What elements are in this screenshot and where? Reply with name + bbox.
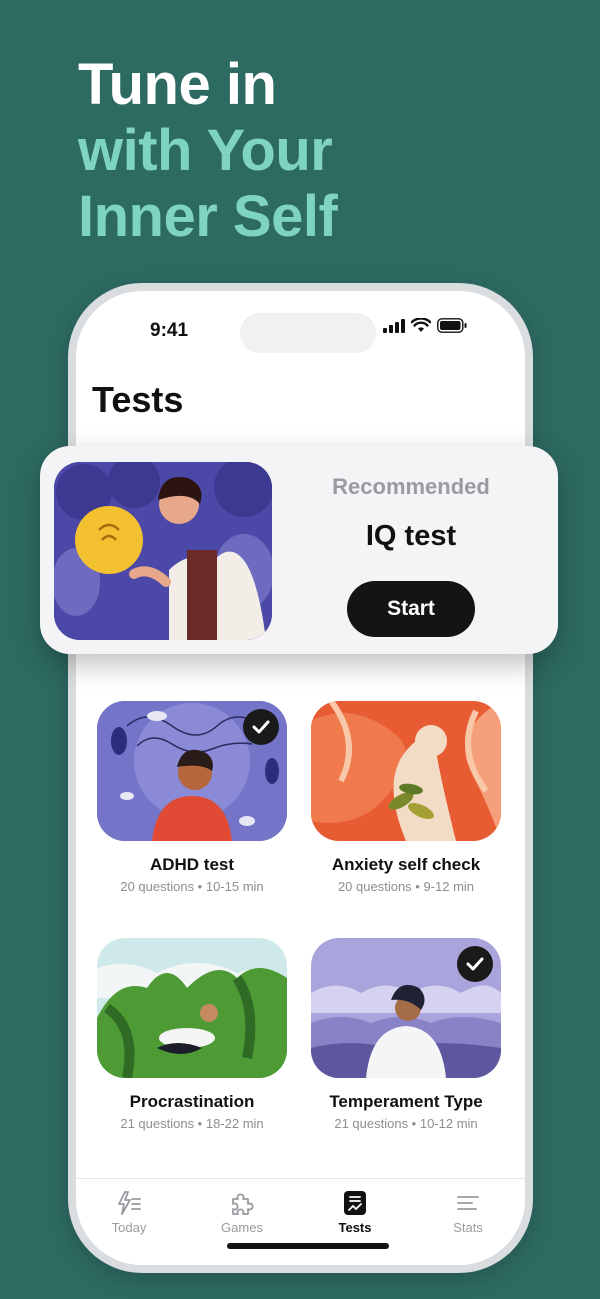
test-title: Anxiety self check — [331, 855, 481, 874]
status-icons — [383, 318, 467, 333]
tab-stats[interactable]: Stats — [423, 1189, 513, 1235]
anxiety-illustration — [311, 701, 501, 841]
procrastination-illustration — [97, 938, 287, 1078]
test-title: Procrastination — [129, 1092, 255, 1111]
test-card-anxiety[interactable]: Anxiety self check 20 questions • 9-12 m… — [311, 701, 501, 894]
test-card-temperament[interactable]: Temperament Type 21 questions • 10-12 mi… — [311, 938, 501, 1131]
headline-line-1: Tune in — [78, 52, 277, 117]
tab-games[interactable]: Games — [197, 1189, 287, 1235]
tab-tests[interactable]: Tests — [310, 1189, 400, 1235]
tab-label: Stats — [453, 1220, 483, 1235]
recommended-label: Recommended — [332, 474, 490, 499]
test-sheet-icon — [310, 1189, 400, 1217]
phone-screen: 9:41 Tests ADHD test 20 questions • 10-1… — [76, 291, 525, 1265]
adhd-illustration — [97, 701, 287, 841]
lightning-list-icon — [84, 1189, 174, 1217]
test-card-procrastination[interactable]: Procrastination 21 questions • 18-22 min — [97, 938, 287, 1131]
completed-check-icon — [243, 709, 279, 745]
tab-bar: Today Games Tests Stats — [76, 1178, 525, 1265]
status-time: 9:41 — [150, 320, 189, 341]
wifi-icon — [411, 318, 431, 332]
test-meta: 21 questions • 18-22 min — [120, 1116, 264, 1131]
lines-icon — [423, 1189, 513, 1217]
puzzle-icon — [197, 1189, 287, 1217]
tab-label: Games — [221, 1220, 263, 1235]
headline: Tune in with Your Inner Self — [78, 52, 338, 250]
home-indicator — [227, 1243, 389, 1249]
test-title: Temperament Type — [329, 1092, 483, 1111]
test-card-adhd[interactable]: ADHD test 20 questions • 10-15 min — [97, 701, 287, 894]
battery-icon — [437, 318, 467, 333]
test-meta: 21 questions • 10-12 min — [334, 1116, 478, 1131]
headline-line-2: with Your — [78, 118, 333, 183]
completed-check-icon — [457, 946, 493, 982]
tab-label: Today — [111, 1220, 147, 1235]
test-meta: 20 questions • 10-15 min — [120, 879, 264, 894]
test-title: ADHD test — [149, 855, 235, 874]
headline-line-3: Inner Self — [78, 184, 338, 249]
recommended-card[interactable]: Recommended IQ test Start — [40, 446, 558, 654]
signal-icon — [383, 318, 405, 333]
tab-label: Tests — [338, 1220, 372, 1235]
tab-today[interactable]: Today — [84, 1189, 174, 1235]
temperament-illustration — [311, 938, 501, 1078]
start-button[interactable]: Start — [347, 581, 475, 637]
recommended-title: IQ test — [365, 520, 457, 552]
phone-frame: 9:41 Tests ADHD test 20 questions • 10-1… — [68, 283, 533, 1273]
test-meta: 20 questions • 9-12 min — [337, 879, 475, 894]
iq-illustration — [54, 462, 272, 640]
dynamic-island — [240, 313, 376, 353]
page-title: Tests — [92, 379, 184, 420]
